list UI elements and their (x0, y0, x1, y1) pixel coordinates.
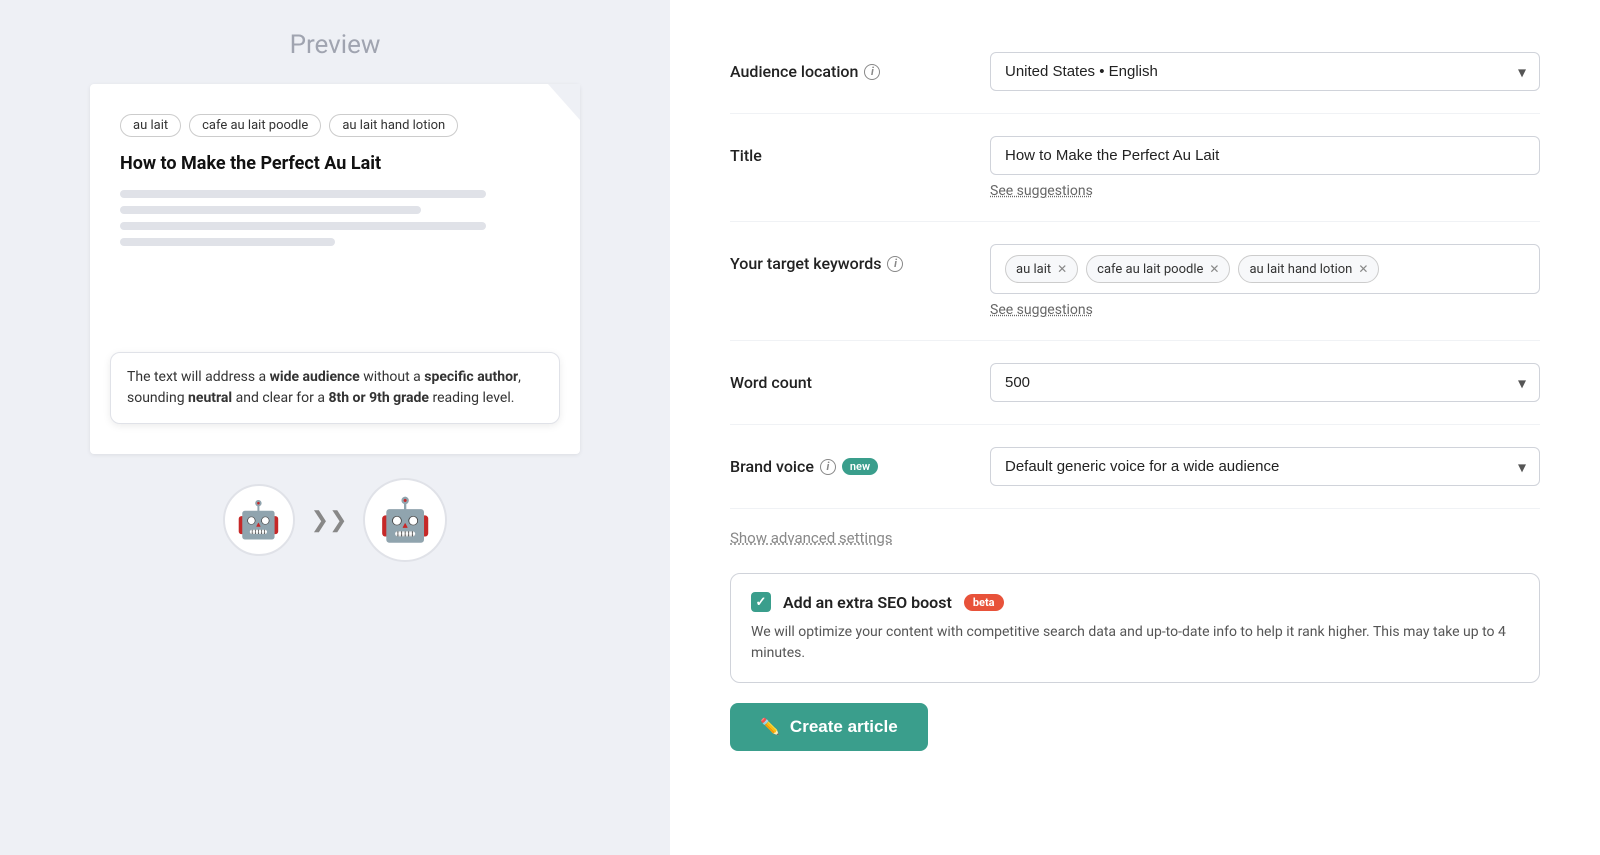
preview-title: Preview (290, 30, 381, 60)
keyword-chip-1: au lait ✕ (1005, 255, 1078, 283)
pencil-icon: ✏️ (760, 717, 780, 737)
left-panel: Preview au lait cafe au lait poodle au l… (0, 0, 670, 855)
bottom-section: Show advanced settings Add an extra SEO … (730, 509, 1540, 751)
keywords-label: Your target keywords i (730, 244, 950, 273)
seo-boost-checkbox[interactable] (751, 592, 771, 612)
seo-boost-description: We will optimize your content with compe… (751, 622, 1519, 664)
audience-location-label: Audience location i (730, 52, 950, 81)
word-count-control: 500 750 1000 1500 2000 (990, 363, 1540, 402)
word-count-row: Word count 500 750 1000 1500 2000 (730, 341, 1540, 425)
keyword-tag: au lait hand lotion (329, 114, 458, 137)
title-control: See suggestions (990, 136, 1540, 199)
doc-line (120, 190, 486, 198)
doc-title: How to Make the Perfect Au Lait (120, 153, 550, 174)
arrow-icon: ❯❯ (311, 508, 348, 533)
keyword-chip-1-remove[interactable]: ✕ (1057, 263, 1067, 275)
right-panel: Audience location i United States • Engl… (670, 0, 1600, 855)
title-see-suggestions[interactable]: See suggestions (990, 183, 1093, 199)
brand-voice-new-badge: new (842, 458, 878, 475)
keyword-chip-3: au lait hand lotion ✕ (1238, 255, 1379, 283)
keyword-chip-2: cafe au lait poodle ✕ (1086, 255, 1230, 283)
keywords-control: au lait ✕ cafe au lait poodle ✕ au lait … (990, 244, 1540, 318)
brand-voice-tooltip: The text will address a wide audience wi… (110, 352, 560, 424)
title-input[interactable] (990, 136, 1540, 175)
keyword-tag: au lait (120, 114, 181, 137)
audience-location-select[interactable]: United States • English United Kingdom •… (990, 52, 1540, 91)
document-card: au lait cafe au lait poodle au lait hand… (90, 84, 580, 454)
brand-voice-select-wrapper: Default generic voice for a wide audienc… (990, 447, 1540, 486)
robot-before: 🤖 (223, 484, 295, 556)
seo-boost-box: Add an extra SEO boost beta We will opti… (730, 573, 1540, 683)
word-count-select-wrapper: 500 750 1000 1500 2000 (990, 363, 1540, 402)
brand-voice-control: Default generic voice for a wide audienc… (990, 447, 1540, 486)
brand-voice-row: Brand voice i new Default generic voice … (730, 425, 1540, 509)
robot-row: 🤖 ❯❯ 🤖 (223, 478, 448, 562)
audience-location-info-icon[interactable]: i (864, 64, 880, 80)
keywords-see-suggestions[interactable]: See suggestions (990, 302, 1093, 318)
seo-boost-title: Add an extra SEO boost (783, 593, 952, 612)
word-count-select[interactable]: 500 750 1000 1500 2000 (990, 363, 1540, 402)
doc-corner (548, 84, 580, 120)
audience-location-select-wrapper: United States • English United Kingdom •… (990, 52, 1540, 91)
title-row: Title See suggestions (730, 114, 1540, 222)
keyword-chip-3-remove[interactable]: ✕ (1358, 263, 1368, 275)
audience-location-row: Audience location i United States • Engl… (730, 30, 1540, 114)
keyword-chip-2-remove[interactable]: ✕ (1209, 263, 1219, 275)
keyword-tag: cafe au lait poodle (189, 114, 321, 137)
audience-location-control: United States • English United Kingdom •… (990, 52, 1540, 91)
brand-voice-label: Brand voice i new (730, 447, 950, 476)
create-article-button[interactable]: ✏️ Create article (730, 703, 928, 751)
title-label: Title (730, 136, 950, 165)
word-count-label: Word count (730, 363, 950, 392)
keyword-tags: au lait cafe au lait poodle au lait hand… (120, 114, 550, 137)
robot-after: 🤖 (363, 478, 447, 562)
keywords-row: Your target keywords i au lait ✕ cafe au… (730, 222, 1540, 341)
brand-voice-select[interactable]: Default generic voice for a wide audienc… (990, 447, 1540, 486)
doc-line (120, 206, 421, 214)
doc-line (120, 222, 486, 230)
keywords-info-icon[interactable]: i (887, 256, 903, 272)
doc-line (120, 238, 335, 246)
seo-boost-header: Add an extra SEO boost beta (751, 592, 1519, 612)
show-advanced-link[interactable]: Show advanced settings (730, 519, 893, 565)
create-article-label: Create article (790, 717, 898, 737)
seo-boost-beta-badge: beta (964, 594, 1004, 611)
brand-voice-info-icon[interactable]: i (820, 459, 836, 475)
keywords-box[interactable]: au lait ✕ cafe au lait poodle ✕ au lait … (990, 244, 1540, 294)
